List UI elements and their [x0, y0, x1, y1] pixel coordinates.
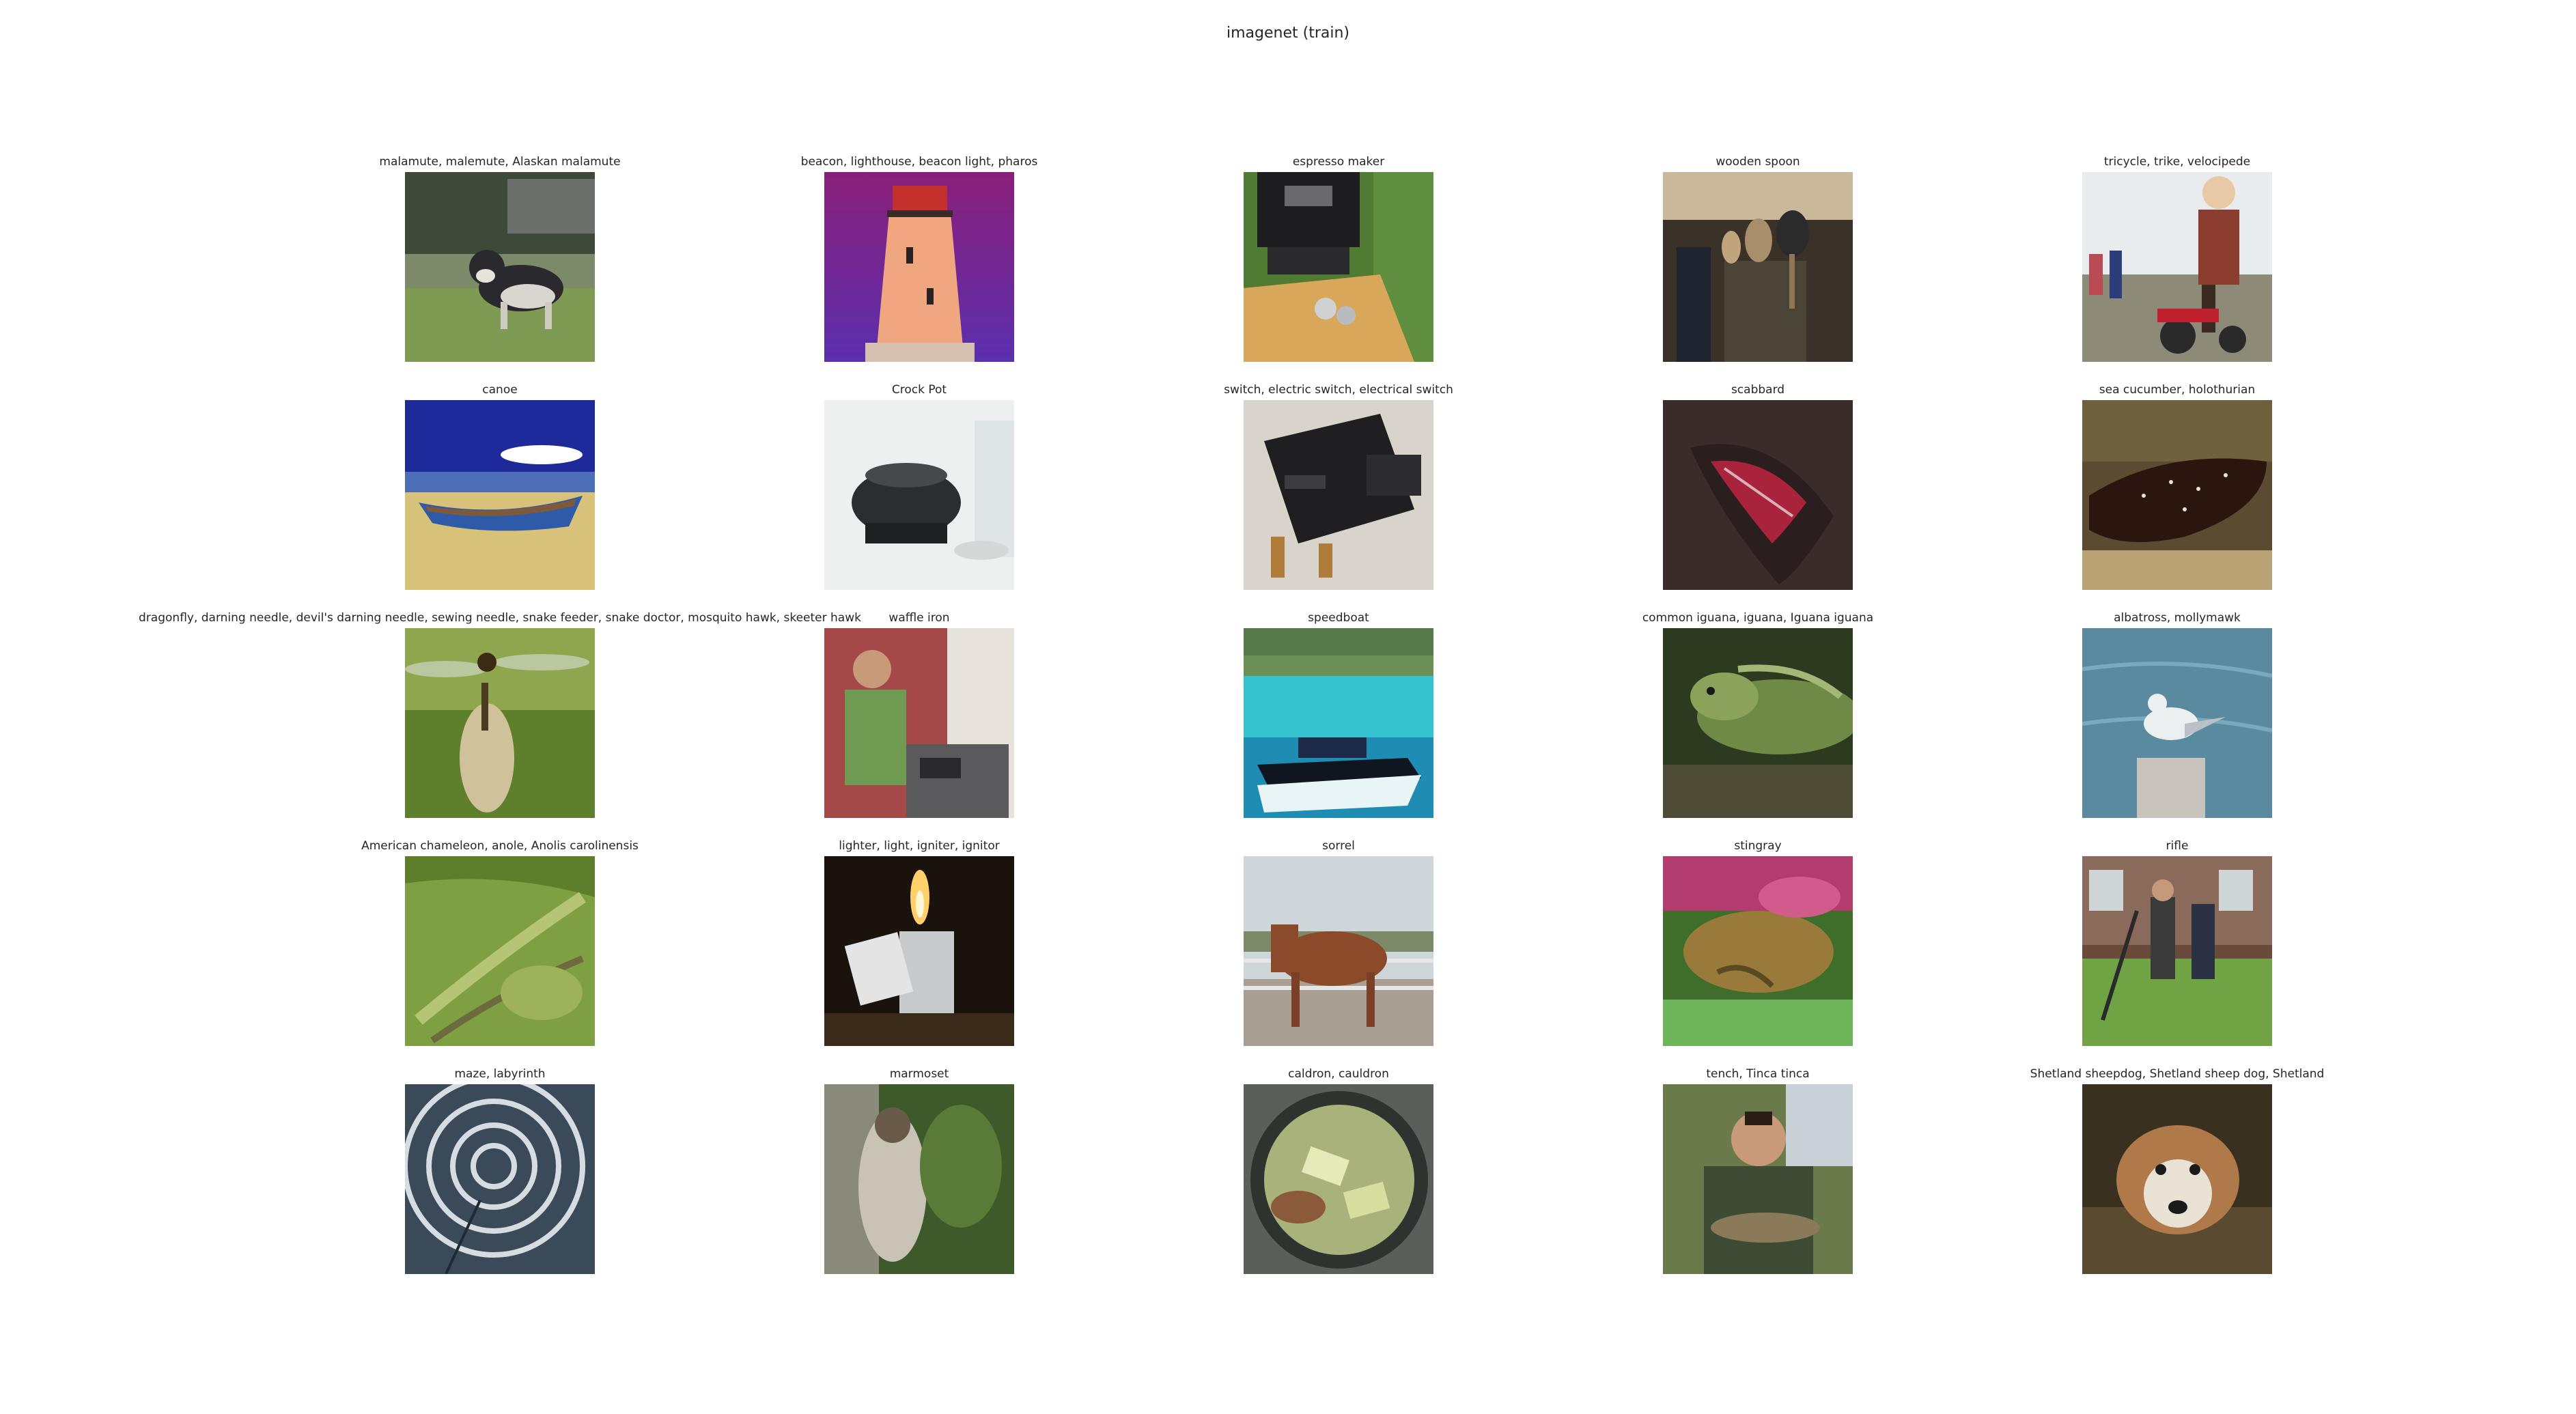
grid-cell: lighter, light, igniter, ignitor: [824, 838, 1014, 1066]
cell-image: [1663, 400, 1853, 590]
grid-cell: speedboat: [1244, 610, 1433, 838]
cell-image: [405, 172, 595, 362]
cell-label: wooden spoon: [1716, 155, 1800, 169]
cell-image: [824, 400, 1014, 590]
cell-label: beacon, lighthouse, beacon light, pharos: [800, 155, 1038, 169]
cell-image: [1663, 172, 1853, 362]
cell-label: stingray: [1734, 839, 1782, 853]
cell-label: caldron, cauldron: [1288, 1067, 1389, 1081]
cell-label: espresso maker: [1292, 155, 1385, 169]
cell-label: waffle iron: [888, 611, 950, 625]
cell-label: dragonfly, darning needle, devil's darni…: [139, 611, 861, 625]
grid-cell: American chameleon, anole, Anolis caroli…: [361, 838, 639, 1066]
grid-cell: dragonfly, darning needle, devil's darni…: [139, 610, 861, 838]
grid-cell: Crock Pot: [824, 382, 1014, 610]
cell-label: maze, labyrinth: [454, 1067, 546, 1081]
grid-cell: common iguana, iguana, Iguana iguana: [1642, 610, 1873, 838]
grid-cell: canoe: [405, 382, 595, 610]
cell-image: [2082, 1084, 2272, 1274]
grid-cell: tench, Tinca tinca: [1663, 1066, 1853, 1295]
cell-image: [1244, 172, 1433, 362]
grid-cell: stingray: [1663, 838, 1853, 1066]
cell-image: [2082, 172, 2272, 362]
cell-label: switch, electric switch, electrical swit…: [1224, 383, 1453, 397]
grid-cell: sea cucumber, holothurian: [2082, 382, 2272, 610]
cell-image: [824, 628, 1014, 818]
cell-label: American chameleon, anole, Anolis caroli…: [361, 839, 639, 853]
cell-image: [1244, 856, 1433, 1046]
grid-cell: malamute, malemute, Alaskan malamute: [379, 154, 621, 382]
cell-image: [405, 856, 595, 1046]
cell-label: canoe: [482, 383, 518, 397]
grid-cell: maze, labyrinth: [405, 1066, 595, 1295]
cell-label: sorrel: [1322, 839, 1355, 853]
grid-cell: espresso maker: [1244, 154, 1433, 382]
cell-image: [2082, 400, 2272, 590]
figure-title: imagenet (train): [1227, 25, 1349, 42]
grid-cell: wooden spoon: [1663, 154, 1853, 382]
grid-cell: sorrel: [1244, 838, 1433, 1066]
cell-label: tricycle, trike, velocipede: [2103, 155, 2251, 169]
grid-cell: switch, electric switch, electrical swit…: [1224, 382, 1453, 610]
cell-image: [2082, 856, 2272, 1046]
grid-cell: tricycle, trike, velocipede: [2082, 154, 2272, 382]
cell-label: Crock Pot: [891, 383, 947, 397]
cell-label: common iguana, iguana, Iguana iguana: [1642, 611, 1874, 625]
grid-cell: albatross, mollymawk: [2082, 610, 2272, 838]
cell-label: scabbard: [1731, 383, 1785, 397]
cell-image: [1244, 1084, 1433, 1274]
grid-cell: waffle iron: [824, 610, 1014, 838]
grid-cell: rifle: [2082, 838, 2272, 1066]
cell-image: [405, 400, 595, 590]
cell-label: Shetland sheepdog, Shetland sheep dog, S…: [2030, 1067, 2325, 1081]
cell-image: [1663, 856, 1853, 1046]
cell-image: [1244, 628, 1433, 818]
cell-image: [2082, 628, 2272, 818]
cell-image: [1663, 628, 1853, 818]
cell-label: speedboat: [1308, 611, 1369, 625]
cell-label: sea cucumber, holothurian: [2099, 383, 2256, 397]
cell-image: [824, 856, 1014, 1046]
cell-image: [405, 1084, 595, 1274]
cell-image: [405, 628, 595, 818]
grid-cell: Shetland sheepdog, Shetland sheep dog, S…: [2030, 1066, 2324, 1295]
cell-label: rifle: [2166, 839, 2189, 853]
cell-label: malamute, malemute, Alaskan malamute: [379, 155, 621, 169]
cell-label: marmoset: [889, 1067, 949, 1081]
cell-label: tench, Tinca tinca: [1706, 1067, 1810, 1081]
cell-image: [1663, 1084, 1853, 1274]
cell-image: [824, 172, 1014, 362]
grid-cell: beacon, lighthouse, beacon light, pharos: [801, 154, 1037, 382]
cell-label: albatross, mollymawk: [2114, 611, 2241, 625]
grid-cell: marmoset: [824, 1066, 1014, 1295]
grid-cell: scabbard: [1663, 382, 1853, 610]
grid-cell: caldron, cauldron: [1244, 1066, 1433, 1295]
cell-label: lighter, light, igniter, ignitor: [839, 839, 1000, 853]
cell-image: [824, 1084, 1014, 1274]
cell-image: [1244, 400, 1433, 590]
